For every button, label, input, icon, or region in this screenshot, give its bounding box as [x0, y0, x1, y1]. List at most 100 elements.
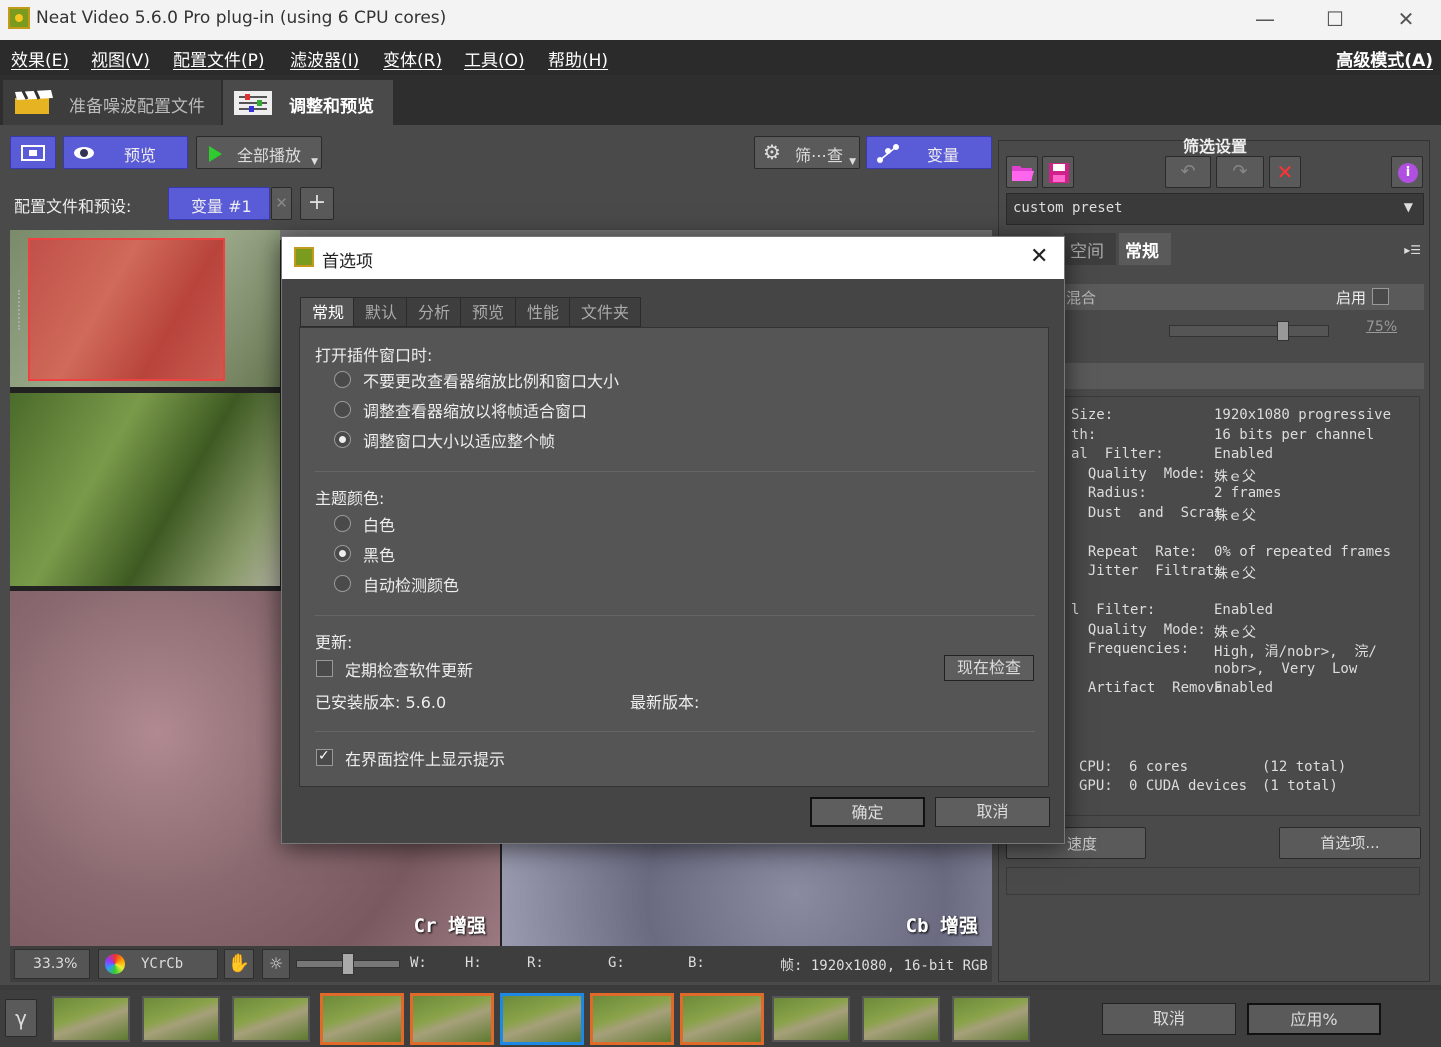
fit-view-button[interactable]	[10, 136, 56, 169]
brightness-slider-thumb[interactable]	[342, 953, 354, 975]
frame-thumbnail[interactable]	[142, 996, 220, 1042]
close-button[interactable]: ✕	[1371, 0, 1441, 40]
installed-version: 已安装版本: 5.6.0	[315, 693, 447, 712]
preferences-button[interactable]: 首选项...	[1279, 827, 1421, 859]
show-tooltips-label: 在界面控件上显示提示	[345, 750, 506, 769]
show-tooltips-checkbox[interactable]	[316, 748, 333, 766]
enable-checkbox[interactable]	[1372, 288, 1389, 305]
resize-handle-icon[interactable]	[18, 290, 26, 330]
zoom-dropdown[interactable]: 33.3%	[14, 949, 90, 979]
reset-button[interactable]: ✕	[1269, 156, 1301, 188]
undo-button[interactable]: ↶	[1165, 156, 1211, 188]
menu-view[interactable]: 视图(V)	[91, 46, 150, 71]
tab-prepare-profile[interactable]: 准备噪波配置文件	[3, 80, 221, 125]
variant-tab-1[interactable]: 变量 #1	[168, 187, 270, 220]
info-key: Radius:	[1071, 485, 1147, 501]
frame-thumbnail[interactable]	[952, 996, 1030, 1042]
frame-thumbnail[interactable]	[772, 996, 850, 1042]
update-check-checkbox[interactable]	[316, 660, 333, 677]
ok-button[interactable]: 确定	[810, 797, 925, 827]
clapper-icon	[15, 90, 53, 114]
mix-value[interactable]: 75%	[1366, 319, 1397, 335]
save-preset-button[interactable]	[1042, 156, 1074, 188]
frame-thumbnail-selected[interactable]	[680, 993, 764, 1045]
variant-button[interactable]: 变量	[866, 136, 992, 169]
hand-tool-icon[interactable]: ✋	[224, 949, 254, 979]
colorspace-dropdown[interactable]: YCrCb	[98, 949, 218, 979]
mix-slider[interactable]	[1169, 325, 1329, 337]
dialog-close-button[interactable]: ✕	[1030, 244, 1048, 269]
cancel-main-button[interactable]: 取消	[1102, 1003, 1236, 1035]
dialog-tab-analysis[interactable]: 分析	[406, 297, 463, 327]
dialog-title: 首选项	[322, 252, 373, 272]
colorspace-label: YCrCb	[141, 956, 184, 972]
advanced-mode-toggle[interactable]: 高级模式(A)	[1336, 46, 1433, 71]
brightness-icon[interactable]: ☼	[262, 949, 290, 979]
cpu-total: (12 total)	[1262, 759, 1347, 775]
tab-spatial[interactable]: 空间	[1064, 233, 1116, 265]
theme-label-white: 白色	[363, 516, 396, 535]
red-x-icon: ✕	[1276, 160, 1294, 184]
theme-radio-black[interactable]	[334, 545, 351, 562]
window-title: Neat Video 5.6.0 Pro plug-in (using 6 CP…	[36, 8, 447, 28]
selection-rectangle[interactable]	[28, 238, 225, 381]
info-key: Repeat Rate:	[1071, 543, 1198, 560]
panel-menu-icon[interactable]: ▸☰	[1404, 243, 1421, 257]
minimize-button[interactable]: —	[1230, 0, 1300, 40]
play-all-button[interactable]: 全部播放 ▼	[196, 136, 322, 169]
preview-button[interactable]: 预览	[63, 136, 188, 169]
filter-check-button[interactable]: ⚙ 筛⋯查 ▼	[754, 136, 860, 169]
gpu-label: GPU:	[1079, 778, 1113, 794]
g-readout: G:	[608, 955, 625, 971]
info-value: 1920x1080 progressive	[1214, 407, 1392, 423]
theme-label-auto: 自动检测颜色	[363, 576, 460, 595]
menu-profile[interactable]: 配置文件(P)	[173, 46, 265, 71]
dialog-tab-preview[interactable]: 预览	[460, 297, 517, 327]
info-key: al Filter:	[1071, 446, 1164, 462]
dialog-cancel-button[interactable]: 取消	[935, 797, 1050, 827]
cpu-value: 6 cores	[1129, 759, 1189, 775]
menu-filter[interactable]: 滤波器(I)	[290, 46, 359, 71]
open-option-label-1: 不要更改查看器缩放比例和窗口大小	[363, 372, 620, 391]
update-check-label: 定期检查软件更新	[345, 661, 474, 680]
frame-thumbnail[interactable]	[52, 996, 130, 1042]
tab-general[interactable]: 常规	[1119, 233, 1171, 265]
menu-tools[interactable]: 工具(O)	[464, 46, 525, 71]
close-variant-button[interactable]: ✕	[271, 187, 292, 220]
frame-thumbnail-selected[interactable]	[590, 993, 674, 1045]
menu-help[interactable]: 帮助(H)	[548, 46, 608, 71]
frame-thumbnail-selected[interactable]	[320, 993, 404, 1045]
chevron-down-icon: ▼	[1403, 200, 1413, 214]
open-option-radio-2[interactable]	[334, 401, 351, 418]
info-button[interactable]: i	[1391, 156, 1423, 188]
dialog-tab-performance[interactable]: 性能	[515, 297, 572, 327]
dialog-tab-folders[interactable]: 文件夹	[569, 297, 642, 327]
latest-version: 最新版本:	[630, 693, 700, 712]
dialog-tab-defaults[interactable]: 默认	[353, 297, 410, 327]
maximize-button[interactable]: ☐	[1300, 0, 1370, 40]
frame-thumbnail[interactable]	[862, 996, 940, 1042]
gamma-button[interactable]: γ	[5, 999, 37, 1037]
theme-radio-white[interactable]	[334, 515, 351, 532]
frame-thumbnail[interactable]	[232, 996, 310, 1042]
menu-effects[interactable]: 效果(E)	[11, 46, 69, 71]
check-now-button[interactable]: 现在检查	[944, 655, 1034, 681]
play-all-label: 全部播放	[237, 146, 302, 165]
tab-adjust-preview[interactable]: 调整和预览	[223, 80, 393, 125]
mix-slider-thumb[interactable]	[1277, 321, 1289, 341]
open-option-radio-1[interactable]	[334, 371, 351, 388]
apply-button[interactable]: 应用%	[1247, 1003, 1381, 1035]
frame-thumbnail-selected[interactable]	[410, 993, 494, 1045]
menu-variant[interactable]: 变体(R)	[383, 46, 442, 71]
dialog-tab-general[interactable]: 常规	[300, 297, 357, 327]
info-value: 姝ｅ父	[1214, 507, 1256, 524]
frame-thumbnail-current[interactable]	[500, 993, 584, 1045]
redo-button[interactable]: ↷	[1216, 156, 1264, 188]
open-window-section: 打开插件窗口时:	[315, 346, 433, 365]
open-option-radio-3[interactable]	[334, 431, 351, 448]
preset-dropdown[interactable]: custom preset ▼	[1006, 193, 1424, 225]
dialog-title-bar: 首选项 ✕	[282, 237, 1064, 279]
add-variant-button[interactable]: +	[300, 187, 334, 220]
theme-radio-auto[interactable]	[334, 575, 351, 592]
open-preset-button[interactable]	[1006, 156, 1038, 188]
